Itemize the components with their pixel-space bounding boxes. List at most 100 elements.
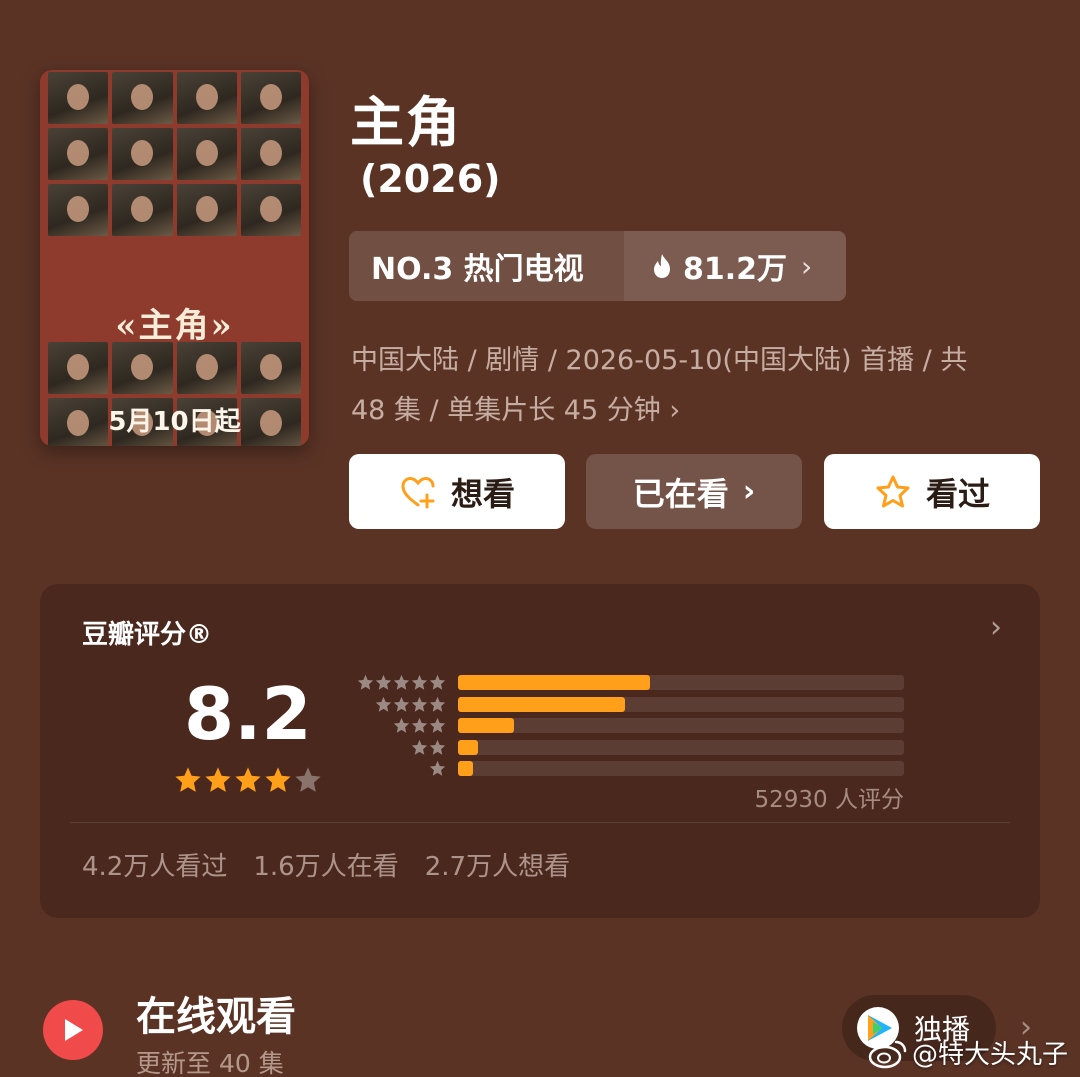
distribution-row-1-star (344, 758, 904, 780)
distribution-row-5-star (344, 672, 904, 694)
chevron-right-icon: › (801, 249, 813, 283)
chevron-right-icon: › (742, 474, 756, 509)
flame-icon (654, 254, 670, 278)
weibo-icon (868, 1040, 907, 1068)
distribution-star-label (344, 717, 446, 734)
play-icon[interactable] (43, 1000, 103, 1060)
watch-stats: 4.2万人看过 1.6万人在看 2.7万人想看 (82, 846, 570, 883)
chevron-right-icon[interactable]: › (990, 610, 1002, 645)
star-filled-icon (265, 767, 291, 792)
rating-stars (174, 766, 322, 794)
watching-button[interactable]: 已在看 › (586, 454, 802, 529)
watched-label: 看过 (925, 474, 990, 513)
watched-count: 4.2万人看过 (82, 852, 228, 882)
star-small-icon (429, 675, 446, 690)
watching-count: 1.6万人在看 (253, 852, 399, 882)
poster-cast-photo (112, 72, 173, 124)
rating-distribution (344, 672, 904, 780)
star-small-icon (375, 675, 392, 690)
online-watch-title[interactable]: 在线观看 (136, 984, 296, 1042)
poster-cast-photo (48, 128, 109, 180)
star-small-icon (375, 696, 392, 712)
poster-cast-photo (240, 128, 301, 180)
poster-cast-photo (240, 342, 301, 394)
star-small-icon (393, 675, 410, 690)
distribution-bar-fill (458, 761, 473, 777)
distribution-bar-fill (458, 718, 514, 734)
star-small-icon (411, 739, 428, 755)
distribution-bar-track (458, 718, 904, 734)
star-small-icon (411, 696, 428, 712)
distribution-bar-track (458, 675, 904, 691)
poster-cast-photo (112, 128, 173, 180)
play-triangle-icon (65, 1019, 83, 1041)
star-empty-icon (295, 767, 321, 792)
star-small-icon (429, 696, 446, 712)
distribution-bar-track (458, 696, 904, 712)
distribution-star-label (344, 760, 446, 777)
heart-plus-icon (401, 476, 435, 508)
show-metadata[interactable]: 中国大陆 / 剧情 / 2026-05-10(中国大陆) 首播 / 共 48 集… (351, 336, 1041, 436)
star-small-icon (429, 739, 446, 755)
hot-value: 81.2万 (683, 252, 788, 287)
poster-date: 5月10日起 (108, 407, 241, 437)
rank-label: NO.3 热门电视 (349, 231, 625, 301)
show-title: 主角 (350, 91, 462, 154)
star-small-icon (411, 718, 428, 733)
star-filled-icon (175, 767, 201, 792)
distribution-star-label (344, 739, 446, 756)
rating-score: 8.2 (184, 672, 312, 756)
rating-title: 豆瓣评分® (82, 620, 213, 650)
rank-badge[interactable]: NO.3 热门电视 81.2万 › (349, 231, 846, 301)
watermark: @特大头丸子 (868, 1034, 1068, 1071)
online-watch-subtitle: 更新至 40 集 (136, 1049, 284, 1077)
star-small-icon (429, 761, 446, 776)
distribution-row-3-star (344, 715, 904, 737)
metadata-line-text: 48 集 / 单集片长 45 分钟 (351, 395, 661, 426)
poster-cast-photo (176, 72, 237, 124)
poster-cast-photo (176, 128, 237, 180)
show-year: (2026) (360, 157, 501, 201)
star-small-icon (393, 696, 410, 712)
star-small-icon (393, 718, 410, 733)
poster-cast-photo (48, 342, 109, 394)
divider (70, 822, 1010, 823)
distribution-star-label (344, 674, 446, 691)
distribution-bar-track (458, 761, 904, 777)
want-to-watch-button[interactable]: 想看 (349, 454, 565, 529)
poster-cast-photo (112, 184, 173, 236)
poster-cast-photo (112, 342, 173, 394)
metadata-line: 中国大陆 / 剧情 / 2026-05-10(中国大陆) 首播 / 共 (351, 345, 968, 376)
poster-image[interactable]: «主角» 5月10日起 (40, 70, 309, 446)
metadata-line-2: 48 集 / 单集片长 45 分钟 › (351, 386, 1041, 436)
distribution-row-4-star (344, 694, 904, 716)
distribution-bar-fill (458, 675, 650, 691)
poster-title: «主角» (115, 306, 234, 346)
hot-value-button[interactable]: 81.2万 › (625, 231, 846, 301)
want-count: 2.7万人想看 (424, 852, 571, 882)
poster-cast-photo (240, 184, 301, 236)
star-small-icon (411, 675, 428, 690)
distribution-bar-fill (458, 739, 479, 755)
star-filled-icon (235, 767, 261, 792)
poster-cast-photo (176, 184, 237, 236)
rating-card[interactable]: 豆瓣评分® › 8.2 52930 人评分 4.2万人看过 1.6万人在看 2.… (40, 584, 1040, 918)
distribution-bar-track (458, 739, 904, 755)
star-filled-icon (205, 767, 231, 792)
poster-cast-photo (176, 342, 237, 394)
poster-cast-photo (48, 72, 109, 124)
poster-cast-photo (48, 184, 109, 236)
star-outline-icon (876, 475, 910, 507)
poster-cast-grid-top (48, 70, 301, 240)
distribution-row-2-star (344, 737, 904, 759)
star-small-icon (429, 718, 446, 733)
watched-button[interactable]: 看过 (824, 454, 1040, 529)
star-small-icon (357, 675, 374, 690)
watermark-text: @特大头丸子 (911, 1040, 1068, 1070)
chevron-right-icon: › (669, 395, 681, 426)
want-to-watch-label: 想看 (450, 474, 515, 513)
distribution-bar-fill (458, 696, 626, 712)
rating-count: 52930 人评分 (754, 787, 904, 813)
watching-label: 已在看 (632, 474, 729, 513)
poster-cast-photo (240, 72, 301, 124)
